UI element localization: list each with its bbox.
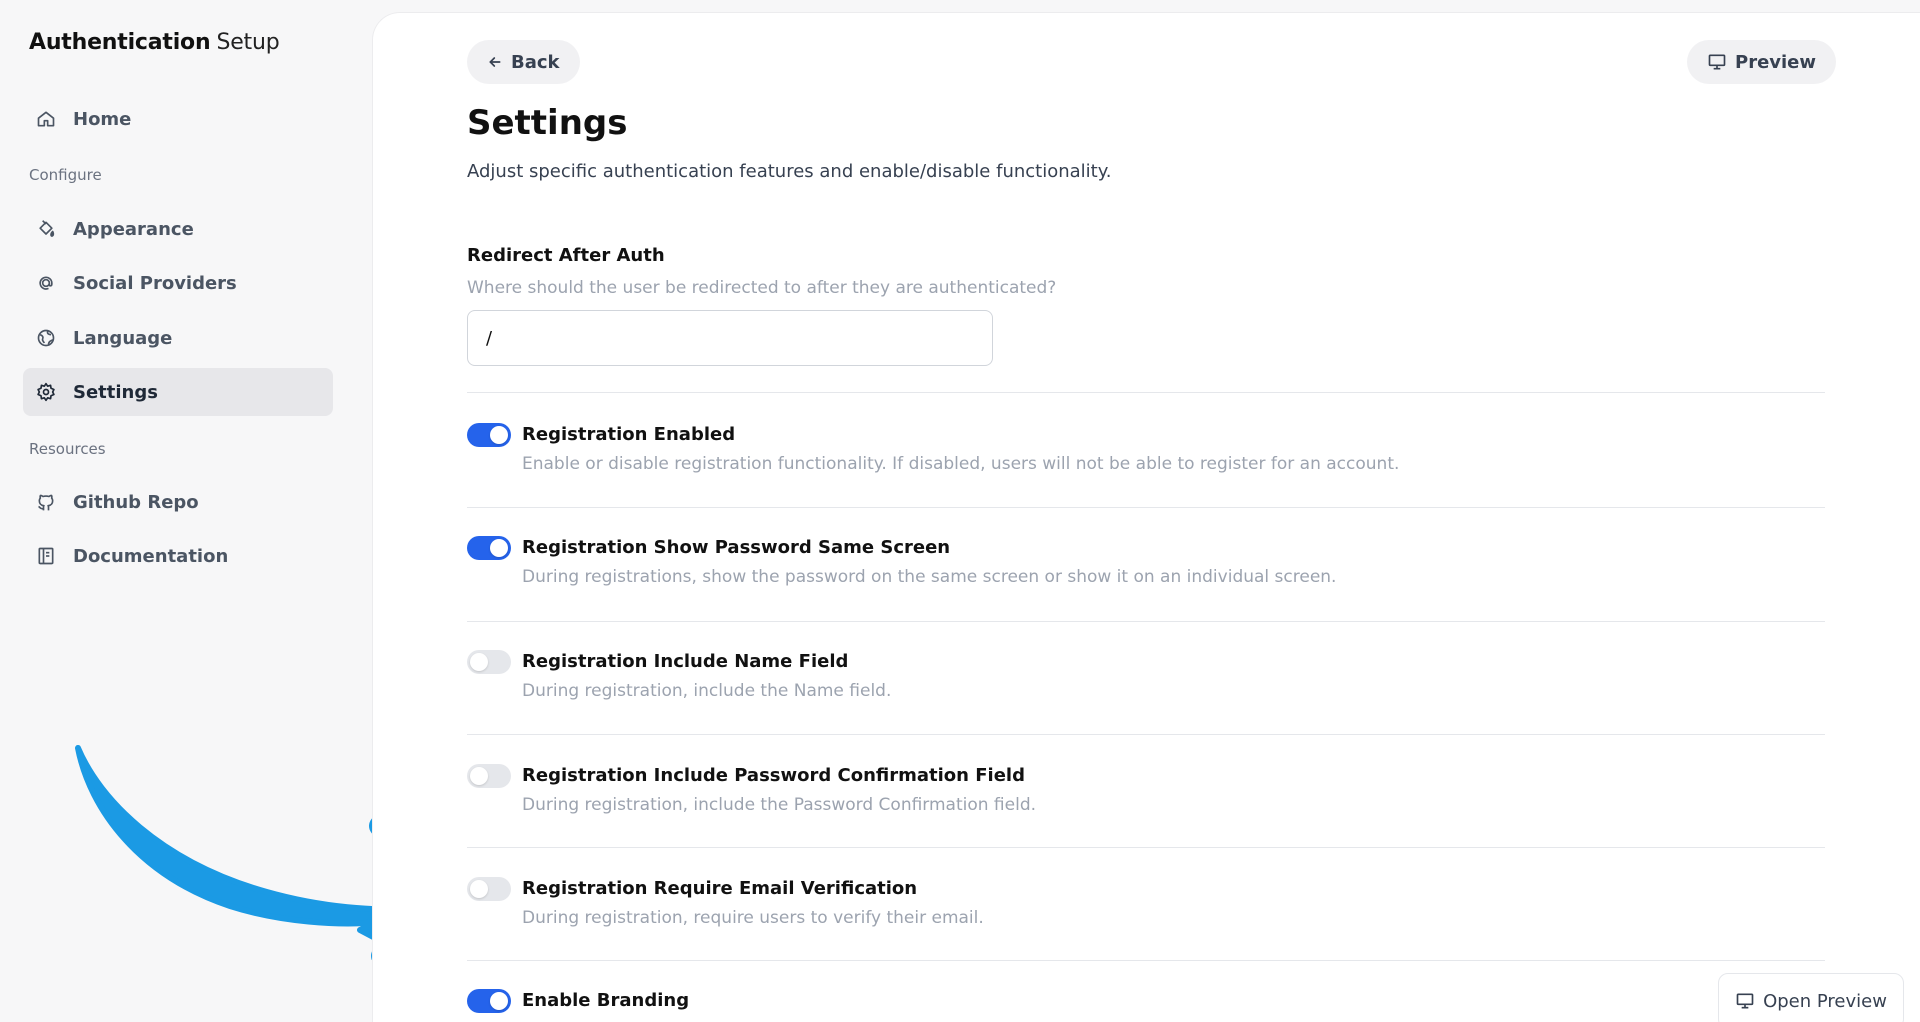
preview-button-label: Preview — [1735, 51, 1817, 73]
globe-icon — [35, 327, 57, 349]
redirect-label: Redirect After Auth — [467, 245, 665, 266]
toggle-switch[interactable] — [467, 650, 511, 674]
setting-label: Registration Require Email Verification — [522, 878, 918, 899]
sidebar: Authentication Setup Home Configure Appea… — [0, 0, 450, 1022]
toggle-switch[interactable] — [467, 877, 511, 901]
at-sign-icon — [35, 272, 57, 294]
setting-description: During registration, require users to ve… — [522, 908, 984, 928]
toggle-switch[interactable] — [467, 423, 511, 447]
page-subtitle: Adjust specific authentication features … — [467, 161, 1112, 182]
setting-description: During registration, include the Name fi… — [522, 681, 892, 701]
toggle-knob — [470, 653, 488, 671]
main-panel: Back Preview Settings Adjust specific au… — [372, 12, 1920, 1022]
page-title: Settings — [467, 103, 628, 143]
open-preview-button[interactable]: Open Preview — [1718, 973, 1904, 1022]
sidebar-item-appearance[interactable]: Appearance — [23, 205, 333, 253]
toggle-switch[interactable] — [467, 989, 511, 1013]
sidebar-item-label: Social Providers — [73, 272, 237, 294]
monitor-icon — [1708, 54, 1726, 70]
divider — [467, 392, 1825, 393]
app-title-light: Setup — [216, 30, 280, 55]
sidebar-item-label: Settings — [73, 381, 158, 403]
redirect-help: Where should the user be redirected to a… — [467, 278, 1057, 298]
setting-label: Registration Include Name Field — [522, 651, 849, 672]
open-preview-label: Open Preview — [1763, 990, 1887, 1012]
toggle-knob — [470, 767, 488, 785]
setting-require-email-verification: Registration Require Email Verification … — [467, 877, 1825, 947]
sidebar-item-label: Language — [73, 327, 173, 349]
gear-icon — [35, 381, 57, 403]
toggle-knob — [490, 992, 508, 1010]
monitor-icon — [1736, 993, 1754, 1009]
app-title-strong: Authentication — [29, 30, 211, 55]
setting-label: Registration Include Password Confirmati… — [522, 765, 1025, 786]
setting-description: During registration, include the Passwor… — [522, 795, 1037, 815]
sidebar-item-settings[interactable]: Settings — [23, 368, 333, 416]
sidebar-item-label: Documentation — [73, 545, 229, 567]
setting-label: Enable Branding — [522, 990, 690, 1011]
sidebar-item-label: Home — [73, 108, 132, 130]
sidebar-item-label: Appearance — [73, 218, 194, 240]
book-icon — [35, 545, 57, 567]
setting-registration-enabled: Registration Enabled Enable or disable r… — [467, 423, 1825, 493]
divider — [467, 734, 1825, 735]
sidebar-item-github-repo[interactable]: Github Repo — [23, 478, 333, 526]
setting-show-password-same-screen: Registration Show Password Same Screen D… — [467, 536, 1825, 606]
toggle-knob — [490, 426, 508, 444]
github-icon — [35, 491, 57, 513]
setting-description: Enable or disable registration functiona… — [522, 454, 1400, 474]
app-title: Authentication Setup — [29, 30, 280, 55]
sidebar-item-social-providers[interactable]: Social Providers — [23, 259, 333, 307]
divider — [467, 960, 1825, 961]
setting-description: During registrations, show the password … — [522, 567, 1337, 587]
sidebar-item-label: Github Repo — [73, 491, 199, 513]
back-button-label: Back — [511, 51, 560, 73]
sidebar-item-language[interactable]: Language — [23, 314, 333, 362]
sidebar-item-home[interactable]: Home — [23, 95, 333, 143]
setting-label: Registration Show Password Same Screen — [522, 537, 951, 558]
arrow-left-icon — [489, 57, 501, 67]
setting-enable-branding: Enable Branding — [467, 989, 1825, 1022]
toggle-knob — [470, 880, 488, 898]
divider — [467, 847, 1825, 848]
redirect-input[interactable] — [467, 310, 993, 366]
sidebar-item-documentation[interactable]: Documentation — [23, 532, 333, 580]
toggle-knob — [490, 539, 508, 557]
section-label-resources: Resources — [29, 440, 106, 458]
back-button[interactable]: Back — [467, 40, 580, 84]
setting-include-name-field: Registration Include Name Field During r… — [467, 650, 1825, 720]
setting-include-password-confirmation: Registration Include Password Confirmati… — [467, 764, 1825, 834]
setting-label: Registration Enabled — [522, 424, 736, 445]
toggle-switch[interactable] — [467, 536, 511, 560]
toggle-switch[interactable] — [467, 764, 511, 788]
divider — [467, 621, 1825, 622]
section-label-configure: Configure — [29, 166, 102, 184]
preview-button[interactable]: Preview — [1687, 40, 1837, 84]
paint-bucket-icon — [35, 218, 57, 240]
divider — [467, 507, 1825, 508]
home-icon — [35, 108, 57, 130]
